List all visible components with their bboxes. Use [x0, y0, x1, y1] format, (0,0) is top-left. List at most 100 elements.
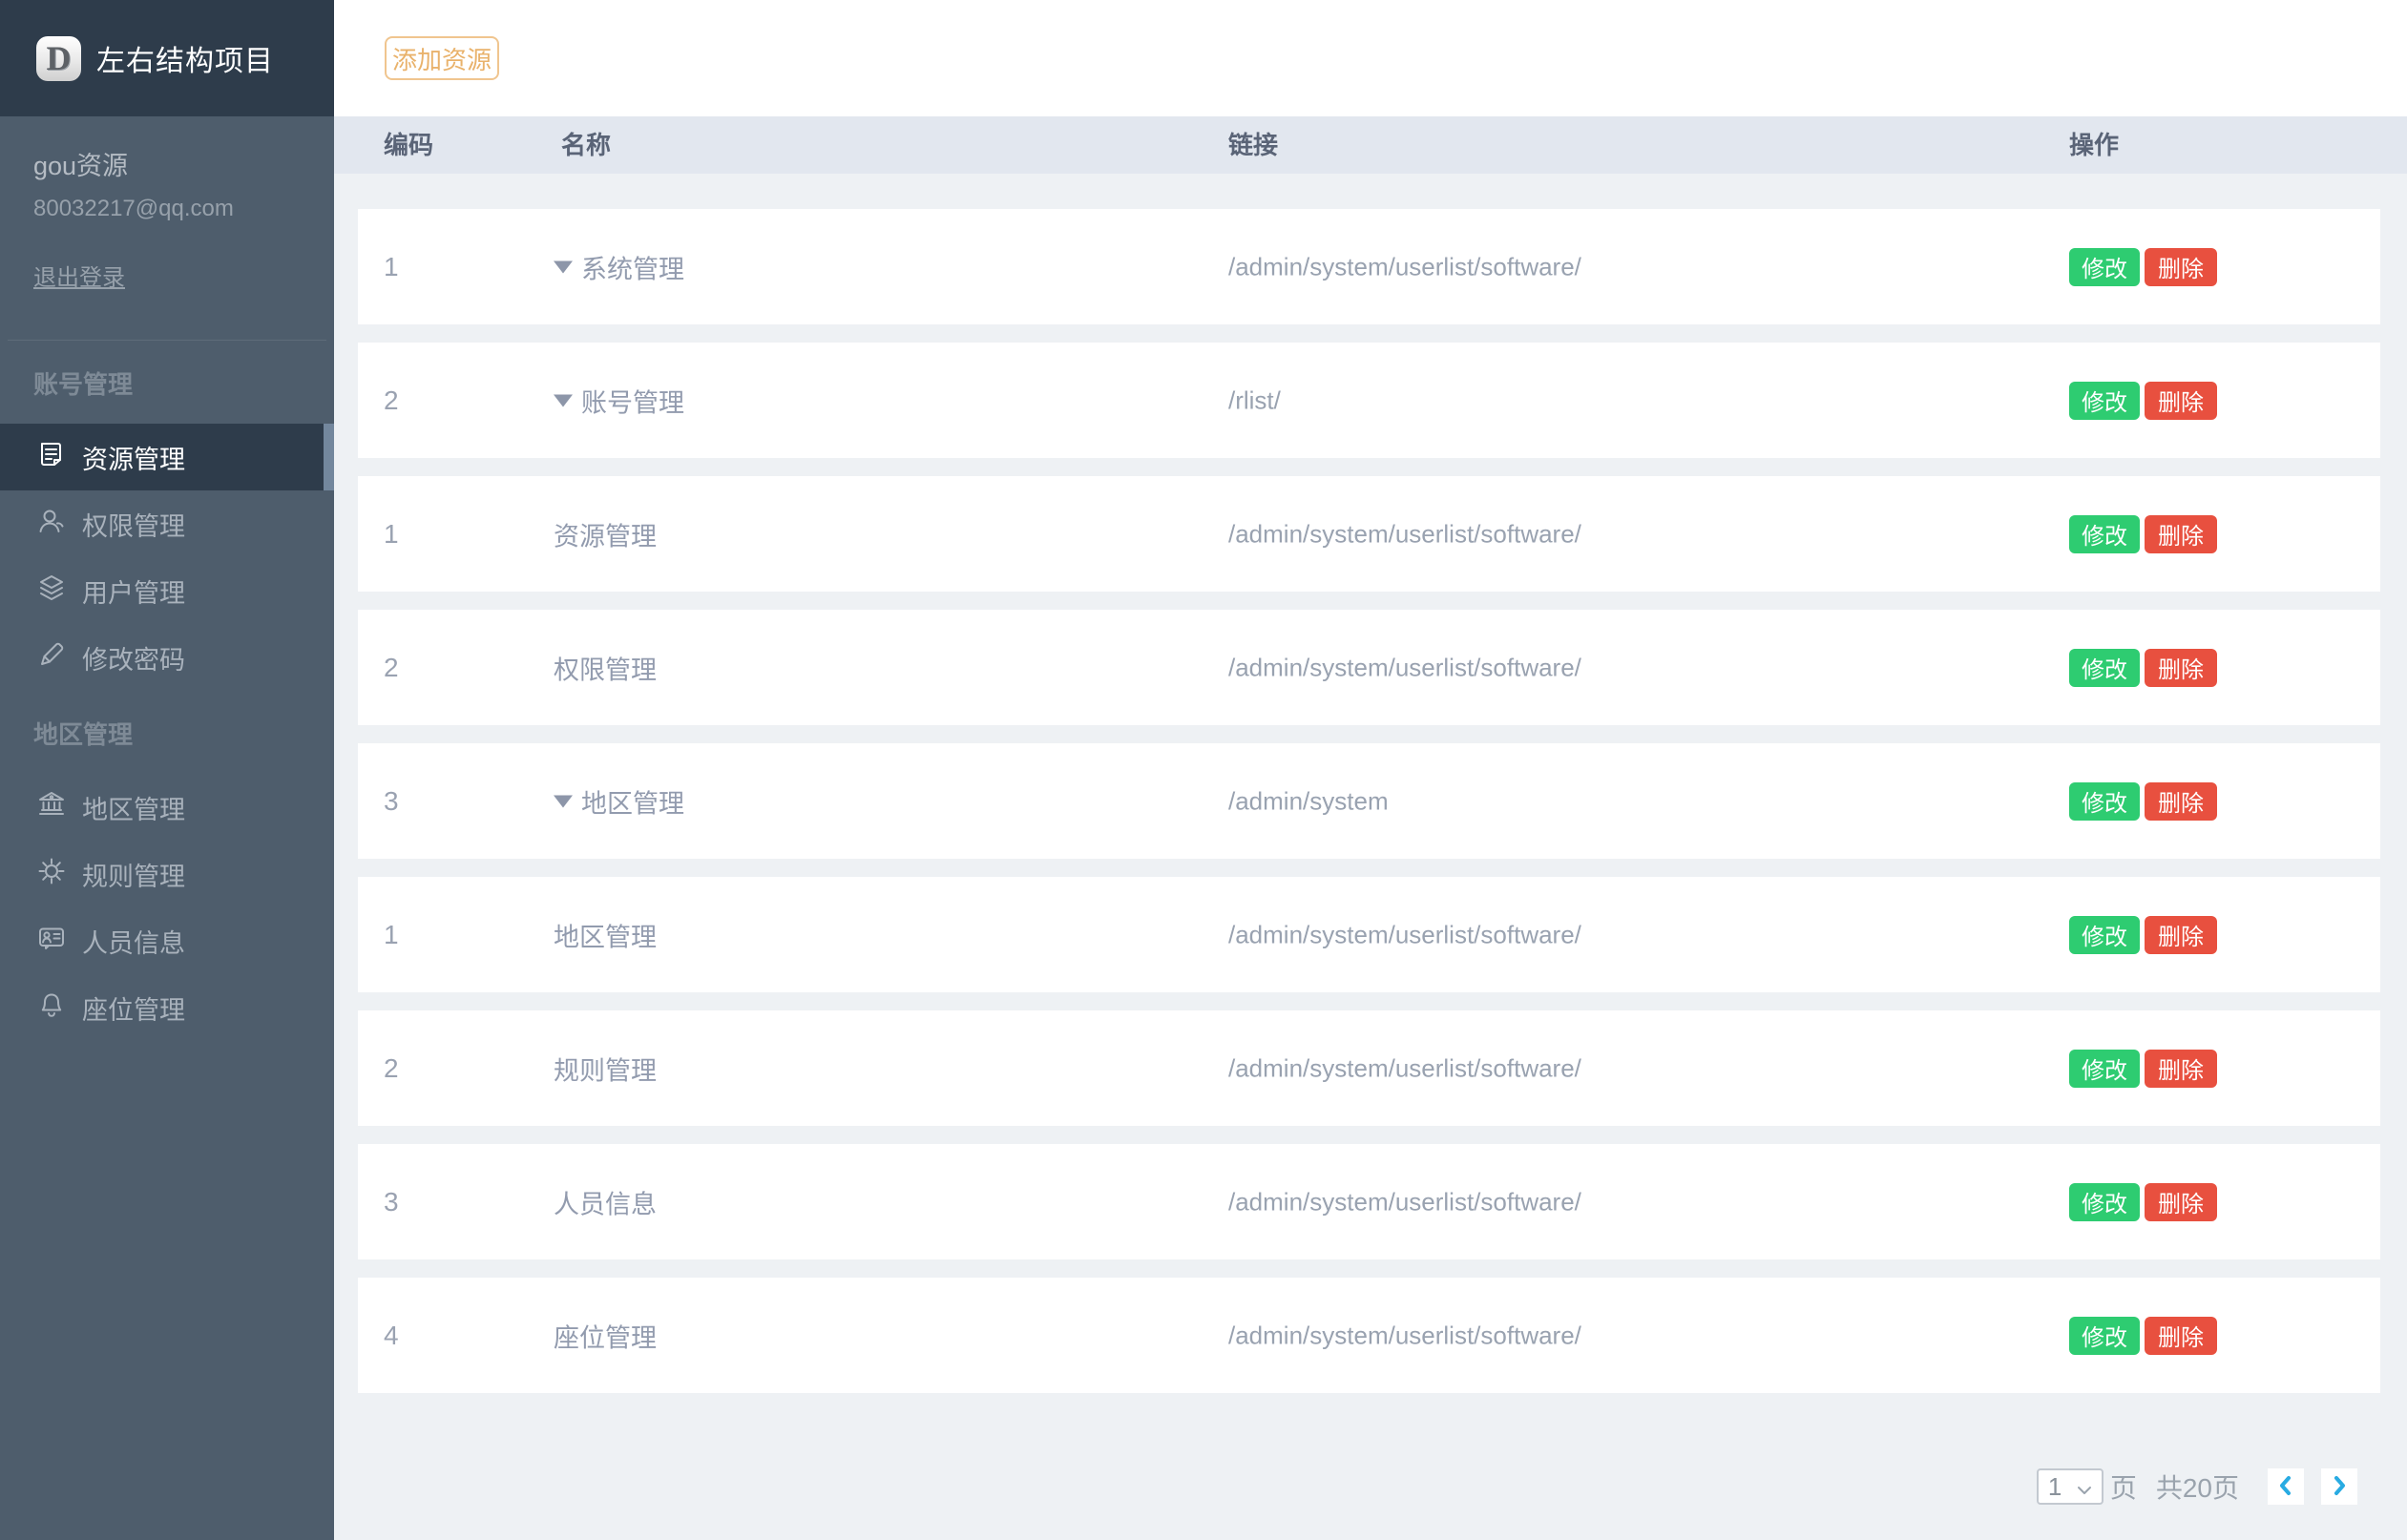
table-row: 2 账号管理 /rlist/ 修改 删除: [358, 343, 2380, 458]
edit-button[interactable]: 修改: [2069, 248, 2140, 286]
row-name-label: 规则管理: [554, 1050, 657, 1087]
sidebar-section-region-label: 地区管理: [33, 716, 334, 751]
delete-button[interactable]: 删除: [2145, 782, 2217, 821]
table-row: 2 规则管理 /admin/system/userlist/software/ …: [358, 1010, 2380, 1126]
expand-arrow-icon[interactable]: [554, 260, 573, 273]
sidebar-header: D 左右结构项目: [0, 0, 334, 116]
sidebar: D 左右结构项目 gou资源 80032217@qq.com 退出登录 账号管理…: [0, 0, 334, 1540]
sidebar-menu-account: 资源管理 权限管理 用户管理: [0, 424, 334, 691]
row-name-label: 权限管理: [554, 649, 657, 686]
row-link: /admin/system: [1228, 786, 1389, 816]
sidebar-item-permission-management[interactable]: 权限管理: [0, 490, 334, 557]
row-actions: 修改 删除: [2069, 916, 2217, 954]
sidebar-item-user-management[interactable]: 用户管理: [0, 557, 334, 624]
page-select[interactable]: 1: [2037, 1468, 2104, 1505]
add-resource-button[interactable]: 添加资源: [385, 36, 499, 80]
edit-button[interactable]: 修改: [2069, 515, 2140, 553]
sidebar-section-account-label: 账号管理: [33, 365, 334, 401]
edit-button[interactable]: 修改: [2069, 1317, 2140, 1355]
chevron-left-icon: [2276, 1474, 2295, 1500]
topbar: 添加资源: [334, 0, 2407, 116]
row-code: 1: [384, 519, 399, 550]
row-code: 3: [384, 1187, 399, 1217]
row-link: /rlist/: [1228, 385, 1281, 415]
sidebar-item-personnel-info[interactable]: 人员信息: [0, 907, 334, 974]
row-name-label: 座位管理: [554, 1317, 657, 1354]
app-title: 左右结构项目: [96, 37, 274, 79]
row-name-label: 账号管理: [581, 382, 684, 419]
delete-button[interactable]: 删除: [2145, 1050, 2217, 1088]
chevron-right-icon: [2330, 1474, 2349, 1500]
row-name: 地区管理: [554, 782, 684, 820]
sidebar-item-label: 用户管理: [82, 572, 185, 610]
delete-button[interactable]: 删除: [2145, 649, 2217, 687]
delete-button[interactable]: 删除: [2145, 382, 2217, 420]
row-actions: 修改 删除: [2069, 649, 2217, 687]
row-link: /admin/system/userlist/software/: [1228, 519, 1581, 549]
row-code: 2: [384, 385, 399, 416]
sidebar-item-label: 修改密码: [82, 639, 185, 676]
row-code: 3: [384, 786, 399, 817]
row-name: 资源管理: [554, 515, 657, 552]
bell-icon: [36, 989, 67, 1027]
row-name: 账号管理: [554, 382, 684, 419]
pen-icon: [36, 639, 67, 676]
expand-arrow-icon[interactable]: [554, 795, 573, 807]
edit-button[interactable]: 修改: [2069, 382, 2140, 420]
sidebar-item-label: 权限管理: [82, 506, 185, 543]
edit-button[interactable]: 修改: [2069, 782, 2140, 821]
delete-button[interactable]: 删除: [2145, 1317, 2217, 1355]
edit-button[interactable]: 修改: [2069, 649, 2140, 687]
gear-icon: [36, 856, 67, 893]
row-code: 2: [384, 653, 399, 683]
user-block: gou资源 80032217@qq.com 退出登录: [0, 116, 334, 292]
app-logo: D: [36, 36, 81, 81]
previous-page-button[interactable]: [2268, 1468, 2304, 1505]
edit-button[interactable]: 修改: [2069, 1050, 2140, 1088]
sidebar-item-change-password[interactable]: 修改密码: [0, 624, 334, 691]
row-code: 1: [384, 920, 399, 950]
person-icon: [36, 506, 67, 543]
bank-icon: [36, 789, 67, 826]
row-name: 座位管理: [554, 1317, 657, 1354]
column-header-link: 链接: [1228, 116, 1278, 174]
row-name: 地区管理: [554, 916, 657, 953]
edit-button[interactable]: 修改: [2069, 916, 2140, 954]
sidebar-item-resource-management[interactable]: 资源管理: [0, 424, 334, 490]
delete-button[interactable]: 删除: [2145, 916, 2217, 954]
row-actions: 修改 删除: [2069, 515, 2217, 553]
row-actions: 修改 删除: [2069, 382, 2217, 420]
logout-link[interactable]: 退出登录: [33, 259, 125, 292]
sidebar-item-rule-management[interactable]: 规则管理: [0, 841, 334, 907]
edit-button[interactable]: 修改: [2069, 1183, 2140, 1221]
row-name: 权限管理: [554, 649, 657, 686]
sidebar-item-label: 规则管理: [82, 856, 185, 893]
pagination: 1 页 共20页: [334, 1467, 2407, 1506]
row-actions: 修改 删除: [2069, 782, 2217, 821]
row-actions: 修改 删除: [2069, 1317, 2217, 1355]
row-actions: 修改 删除: [2069, 248, 2217, 286]
delete-button[interactable]: 删除: [2145, 248, 2217, 286]
row-link: /admin/system/userlist/software/: [1228, 920, 1581, 949]
table-row: 4 座位管理 /admin/system/userlist/software/ …: [358, 1278, 2380, 1393]
page-word-label: 页: [2110, 1467, 2137, 1506]
row-actions: 修改 删除: [2069, 1050, 2217, 1088]
sidebar-item-label: 人员信息: [82, 923, 185, 960]
table-row: 3 人员信息 /admin/system/userlist/software/ …: [358, 1144, 2380, 1259]
delete-button[interactable]: 删除: [2145, 515, 2217, 553]
row-name: 系统管理: [554, 248, 684, 285]
sidebar-item-label: 座位管理: [82, 989, 185, 1027]
row-code: 2: [384, 1053, 399, 1084]
chevron-down-icon: [2077, 1472, 2092, 1502]
row-name: 人员信息: [554, 1183, 657, 1220]
sidebar-item-seat-management[interactable]: 座位管理: [0, 974, 334, 1041]
sidebar-menu-region: 地区管理 规则管理 人员信息: [0, 774, 334, 1041]
row-name: 规则管理: [554, 1050, 657, 1087]
sidebar-item-region-management[interactable]: 地区管理: [0, 774, 334, 841]
delete-button[interactable]: 删除: [2145, 1183, 2217, 1221]
row-code: 4: [384, 1321, 399, 1351]
user-name: gou资源: [33, 145, 334, 182]
row-name-label: 地区管理: [554, 916, 657, 953]
expand-arrow-icon[interactable]: [554, 394, 573, 406]
next-page-button[interactable]: [2321, 1468, 2357, 1505]
